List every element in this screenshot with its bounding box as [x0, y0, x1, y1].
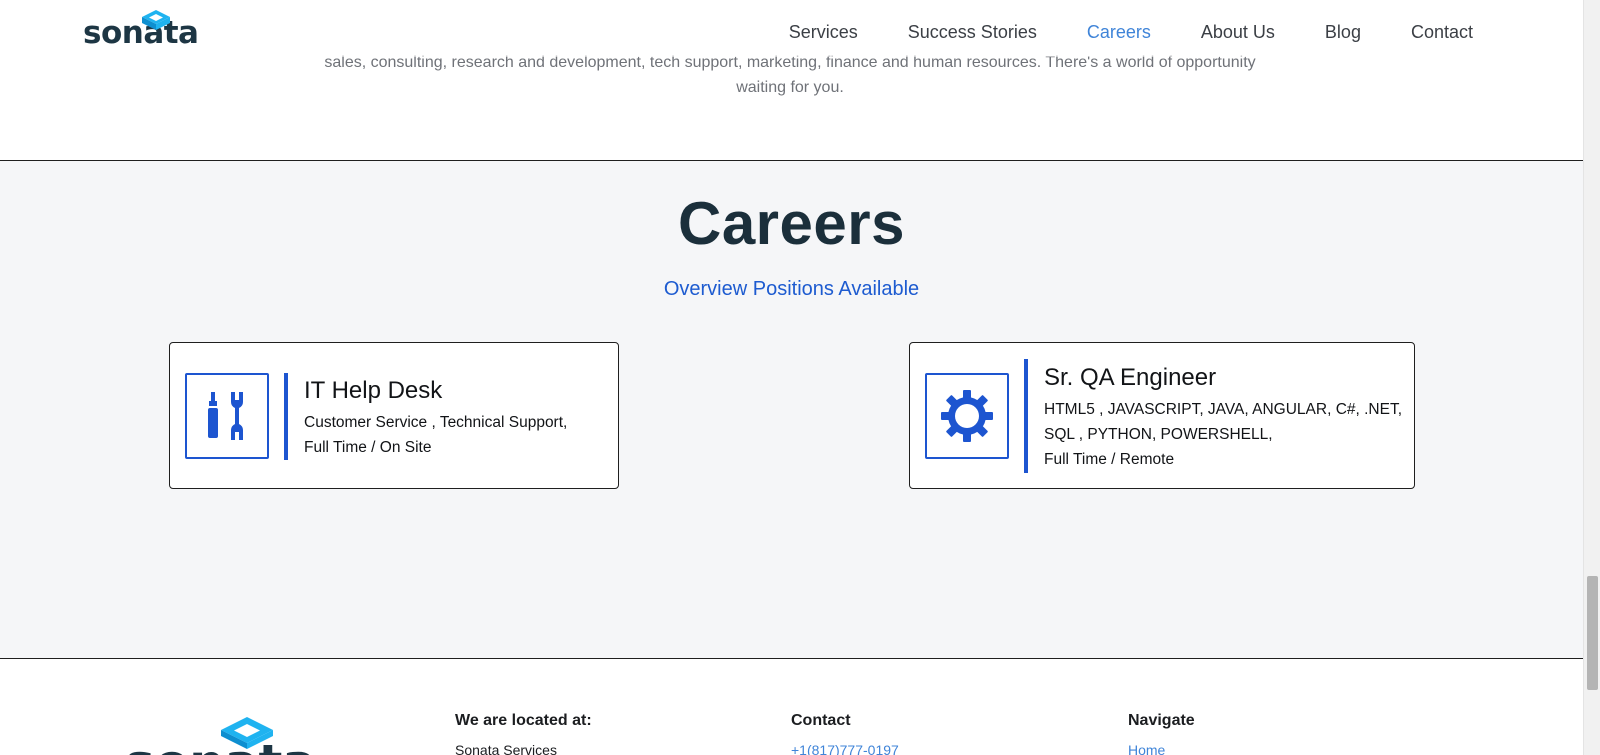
- nav-blog[interactable]: Blog: [1325, 20, 1361, 44]
- job-detail-line: Customer Service , Technical Support,: [304, 414, 568, 431]
- job-detail-line: HTML5 , JAVASCRIPT, JAVA, ANGULAR, C#, .…: [1044, 401, 1403, 418]
- site-footer: sonata We are located at: Sonata Service…: [0, 660, 1583, 755]
- job-detail-line: Full Time / Remote: [1044, 451, 1175, 468]
- nav-contact[interactable]: Contact: [1411, 20, 1473, 44]
- footer-phone-link[interactable]: +1(817)777-0197: [791, 742, 899, 755]
- nav-services[interactable]: Services: [789, 20, 858, 44]
- logo-link[interactable]: sonata: [83, 9, 203, 53]
- footer-location-title: We are located at:: [455, 712, 592, 729]
- job-detail-line: Full Time / On Site: [304, 439, 432, 456]
- job-divider: [1024, 359, 1028, 473]
- careers-heading: Careers: [677, 190, 905, 257]
- logo-diamond-icon: [142, 10, 170, 30]
- nav-careers[interactable]: Careers: [1087, 20, 1151, 44]
- tools-icon: [208, 392, 243, 440]
- intro-paragraph: sales, consulting, research and developm…: [300, 50, 1280, 100]
- footer-navigate-title: Navigate: [1128, 712, 1195, 729]
- job-divider: [284, 373, 288, 460]
- job-card-sr-qa-engineer[interactable]: Sr. QA Engineer HTML5 , JAVASCRIPT, JAVA…: [909, 342, 1415, 489]
- nav-about-us[interactable]: About Us: [1201, 20, 1275, 44]
- job-title[interactable]: IT Help Desk: [304, 376, 604, 406]
- job-text: Sr. QA Engineer HTML5 , JAVASCRIPT, JAVA…: [1044, 363, 1404, 472]
- intro-line-2: waiting for you.: [736, 79, 844, 96]
- nav-success-stories[interactable]: Success Stories: [908, 20, 1037, 44]
- footer-nav-home-link[interactable]: Home: [1128, 742, 1165, 755]
- footer-location-text: Sonata Services: [455, 742, 557, 755]
- job-detail-line: SQL , PYTHON, POWERSHELL,: [1044, 426, 1273, 443]
- footer-logo[interactable]: sonata: [125, 716, 325, 755]
- job-title[interactable]: Sr. QA Engineer: [1044, 363, 1404, 393]
- careers-subtitle: Overview Positions Available: [663, 278, 920, 300]
- page: sales, consulting, research and developm…: [0, 0, 1600, 755]
- main-nav: Services Success Stories Careers About U…: [739, 20, 1473, 44]
- site-header: sonata Services Success Stories Careers …: [0, 0, 1583, 57]
- footer-logo-wordmark: sonata: [125, 738, 316, 755]
- job-icon-frame: [185, 373, 269, 459]
- careers-section: Careers Overview Positions Available IT …: [0, 160, 1583, 659]
- job-icon-frame: [925, 373, 1009, 459]
- gear-icon: [941, 390, 993, 442]
- vertical-scrollbar[interactable]: [1583, 0, 1600, 755]
- scrollbar-thumb[interactable]: [1587, 576, 1598, 690]
- footer-contact-title: Contact: [791, 712, 851, 729]
- job-card-it-help-desk[interactable]: IT Help Desk Customer Service , Technica…: [169, 342, 619, 489]
- job-text: IT Help Desk Customer Service , Technica…: [304, 376, 604, 460]
